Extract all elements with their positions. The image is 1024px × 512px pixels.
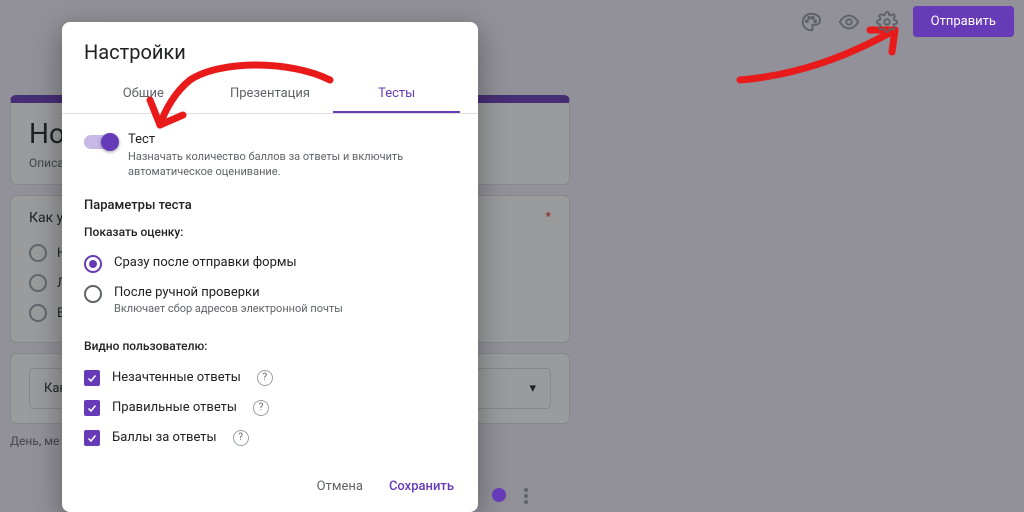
quiz-toggle-label: Тест <box>128 132 448 147</box>
checkbox-checked-icon <box>84 370 100 386</box>
more-icon[interactable] <box>524 488 528 504</box>
params-heading: Параметры теста <box>84 198 456 213</box>
grade-option-manual[interactable]: После ручной проверки Включает сбор адре… <box>84 279 456 321</box>
tab-tests[interactable]: Тесты <box>333 74 460 113</box>
tab-general[interactable]: Общие <box>80 74 207 113</box>
check-missed-answers[interactable]: Незачтенные ответы ? <box>84 363 456 393</box>
palette-icon[interactable] <box>799 10 823 34</box>
checkbox-checked-icon <box>84 430 100 446</box>
check-correct-answers[interactable]: Правильные ответы ? <box>84 393 456 423</box>
help-icon[interactable]: ? <box>233 430 249 446</box>
visible-heading: Видно пользователю: <box>84 339 456 353</box>
tab-presentation[interactable]: Презентация <box>207 74 334 113</box>
send-button[interactable]: Отправить <box>913 6 1014 37</box>
check-points-label: Баллы за ответы <box>112 430 217 445</box>
save-button[interactable]: Сохранить <box>383 473 460 500</box>
tab-bar: Общие Презентация Тесты <box>62 74 478 114</box>
grade-manual-label: После ручной проверки <box>114 285 343 300</box>
help-icon[interactable]: ? <box>257 370 273 386</box>
check-correct-label: Правильные ответы <box>112 400 237 415</box>
gear-icon[interactable] <box>875 10 899 34</box>
cancel-button[interactable]: Отмена <box>311 473 369 500</box>
grade-option-immediate[interactable]: Сразу после отправки формы <box>84 249 456 279</box>
radio-icon <box>84 285 102 303</box>
decorative-dot <box>492 488 506 502</box>
grade-manual-sub: Включает сбор адресов электронной почты <box>114 302 343 315</box>
check-missed-label: Незачтенные ответы <box>112 370 241 385</box>
check-points[interactable]: Баллы за ответы ? <box>84 423 456 453</box>
settings-dialog: Настройки Общие Презентация Тесты Тест Н… <box>62 22 478 512</box>
eye-icon[interactable] <box>837 10 861 34</box>
quiz-toggle[interactable] <box>84 135 116 149</box>
dialog-title: Настройки <box>62 22 478 74</box>
help-icon[interactable]: ? <box>253 400 269 416</box>
show-grade-heading: Показать оценку: <box>84 225 456 239</box>
quiz-toggle-description: Назначать количество баллов за ответы и … <box>128 149 448 180</box>
checkbox-checked-icon <box>84 400 100 416</box>
radio-selected-icon <box>84 255 102 273</box>
grade-immediate-label: Сразу после отправки формы <box>114 255 297 270</box>
